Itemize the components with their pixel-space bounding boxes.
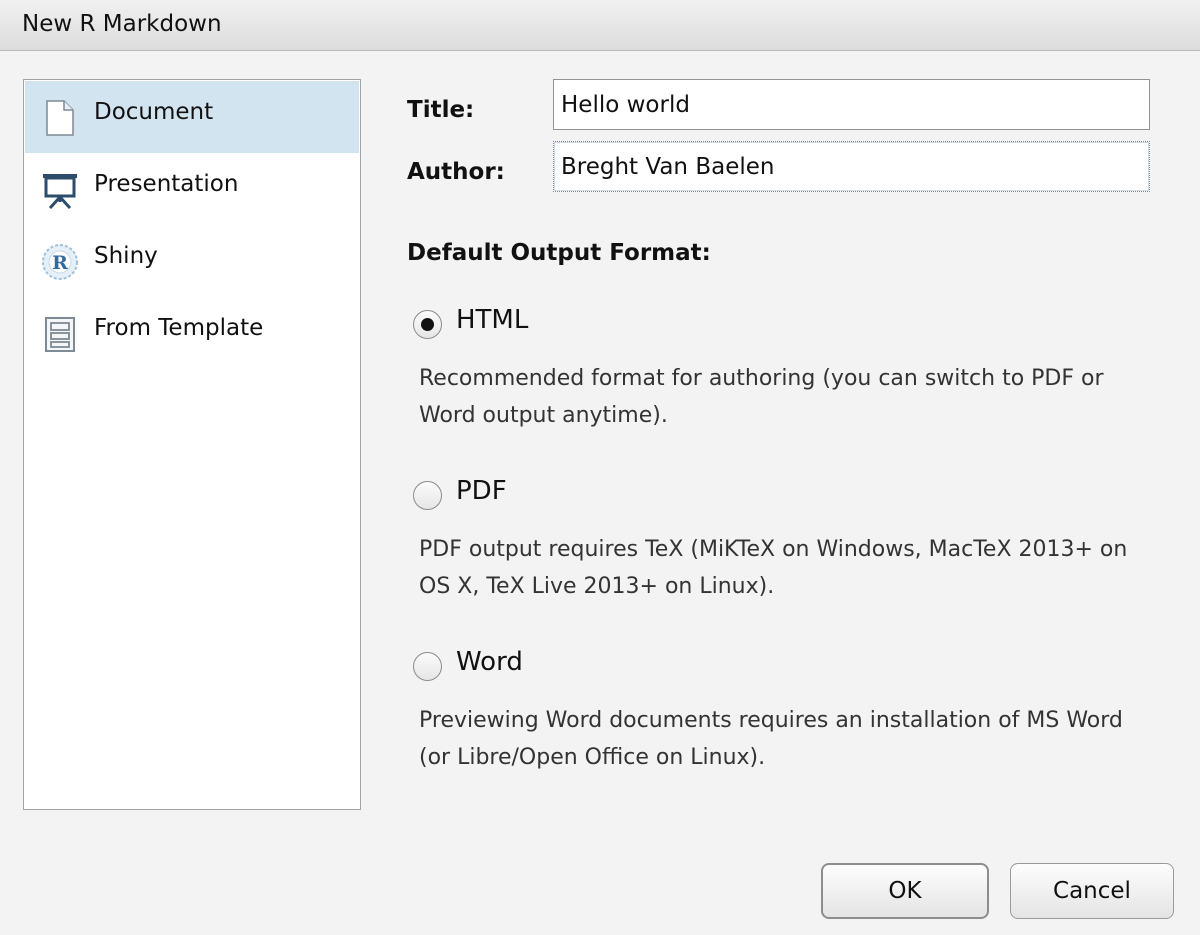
html-radio[interactable] [413,310,442,339]
sidebar-item-document[interactable]: Document [25,81,359,153]
presentation-icon [43,174,77,209]
title-label: Title: [407,97,475,123]
pdf-option-label[interactable]: PDF [456,476,507,506]
pdf-option-description: PDF output requires TeX (MiKTeX on Windo… [419,537,1128,599]
html-option-label[interactable]: HTML [456,305,528,335]
format-type-list: Document Presentation R Shiny From Templ… [23,79,361,810]
ok-button[interactable]: OK [821,863,989,919]
author-input[interactable] [553,141,1150,192]
html-option-description: Recommended format for authoring (you ca… [419,366,1104,428]
sidebar-item-label: Presentation [94,171,239,197]
window-title: New R Markdown [22,11,222,37]
title-input[interactable] [553,79,1150,130]
svg-text:R: R [52,252,68,274]
shiny-icon: R [42,244,78,280]
sidebar-item-presentation[interactable]: Presentation [25,153,359,225]
sidebar-item-from-template[interactable]: From Template [25,297,359,369]
sidebar-item-label: Shiny [94,243,158,269]
author-label: Author: [407,159,505,185]
template-icon [45,317,75,352]
output-format-heading: Default Output Format: [407,240,711,266]
sidebar-item-shiny[interactable]: R Shiny [25,225,359,297]
document-icon [46,100,74,136]
sidebar-item-label: From Template [94,315,264,341]
word-option-label[interactable]: Word [456,647,523,677]
window-titlebar[interactable]: New R Markdown [0,0,1200,51]
cancel-button[interactable]: Cancel [1010,863,1174,919]
sidebar-item-label: Document [94,99,214,125]
word-option-description: Previewing Word documents requires an in… [419,708,1123,770]
pdf-radio[interactable] [413,481,442,510]
word-radio[interactable] [413,652,442,681]
